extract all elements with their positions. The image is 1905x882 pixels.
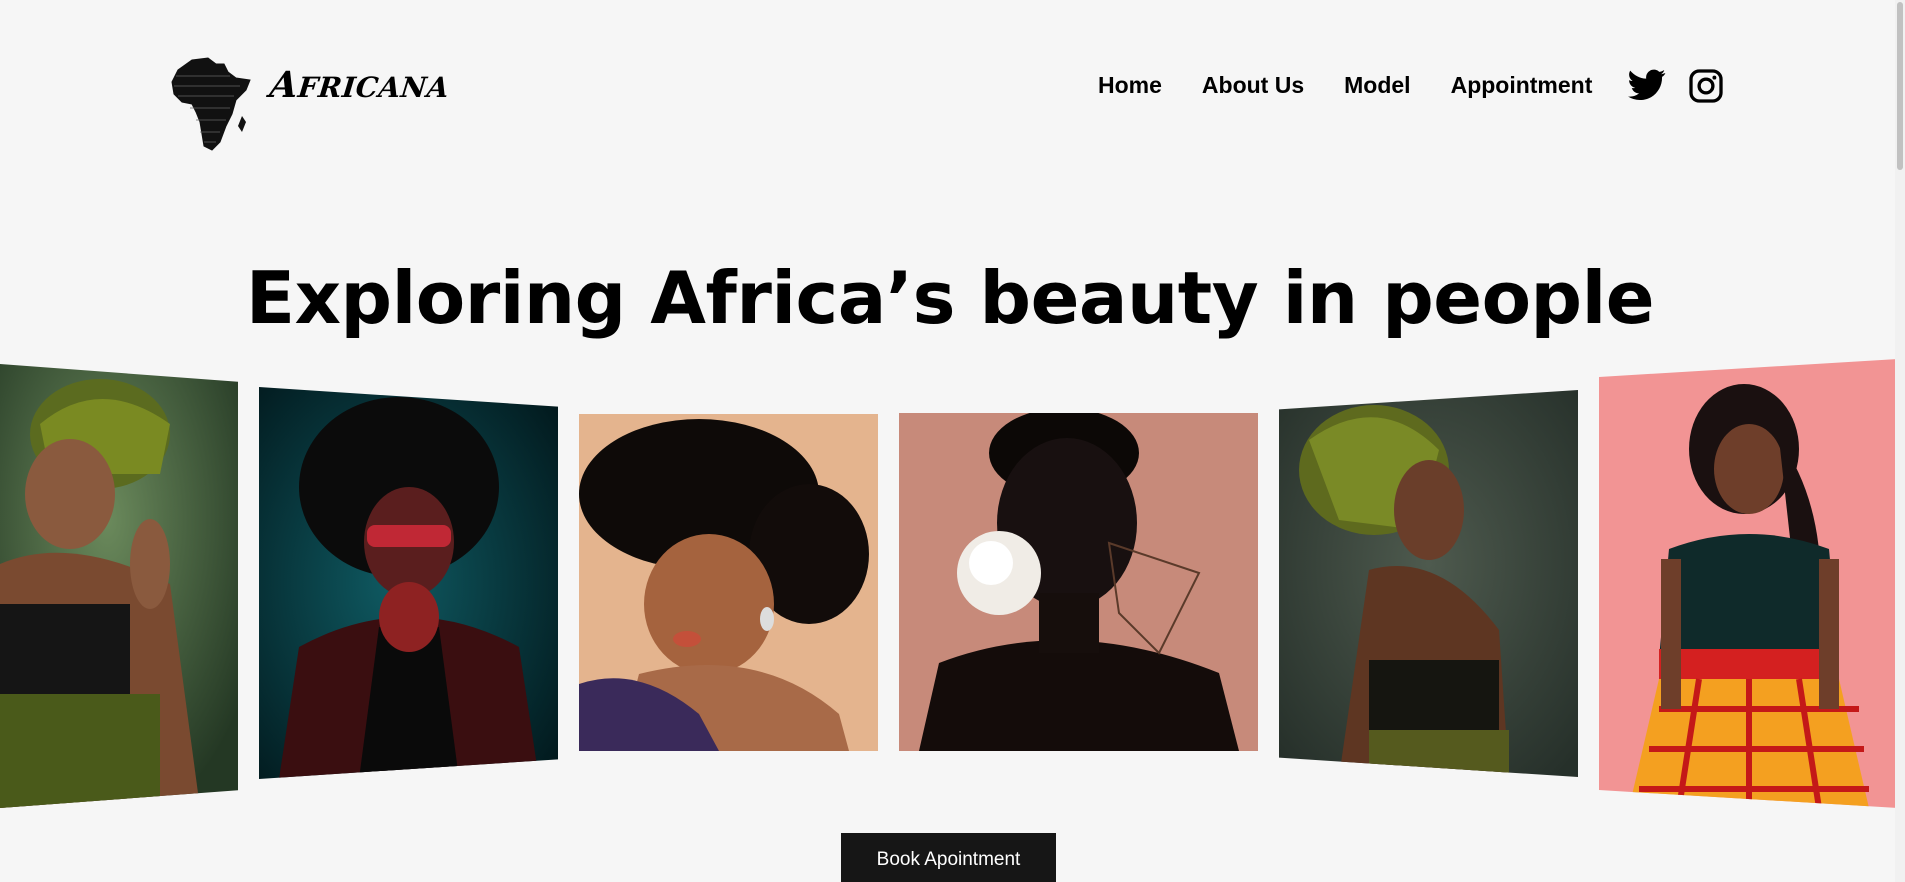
twitter-icon (1628, 69, 1666, 101)
main-nav: Home About Us Model Appointment (1098, 72, 1632, 99)
instagram-link[interactable] (1688, 68, 1724, 104)
gallery-photo-5[interactable] (1279, 390, 1578, 777)
nav-model[interactable]: Model (1344, 72, 1410, 99)
brand-name[interactable]: AFRICANA (268, 64, 452, 106)
gallery-photo-1[interactable] (0, 364, 238, 808)
site-header: AFRICANA Home About Us Model Appointment (0, 0, 1905, 175)
nav-home[interactable]: Home (1098, 72, 1162, 99)
hero-headline: Exploring Africa’s beauty in people (245, 256, 1655, 340)
gallery-photo-3[interactable] (579, 414, 878, 751)
portrait-image (1279, 390, 1578, 777)
africa-map-icon (171, 57, 251, 151)
gallery-photo-6[interactable] (1599, 359, 1898, 808)
scrollbar-thumb[interactable] (1897, 2, 1903, 170)
scrollbar[interactable] (1895, 0, 1905, 882)
portrait-image (899, 413, 1258, 751)
book-appointment-button[interactable]: Book Apointment (841, 833, 1056, 882)
gallery-photo-4[interactable] (899, 413, 1258, 751)
instagrams-icon (1689, 69, 1723, 103)
portrait-image (1599, 359, 1898, 808)
logo[interactable] (170, 56, 252, 154)
portrait-image (0, 364, 238, 808)
nav-appointment[interactable]: Appointment (1451, 72, 1593, 99)
nav-about-us[interactable]: About Us (1202, 72, 1304, 99)
brand-rest: FRICANA (296, 71, 451, 104)
portrait-image (259, 387, 558, 779)
portrait-image (579, 414, 878, 751)
twitter-link[interactable] (1628, 68, 1666, 102)
gallery-photo-2[interactable] (259, 387, 558, 779)
